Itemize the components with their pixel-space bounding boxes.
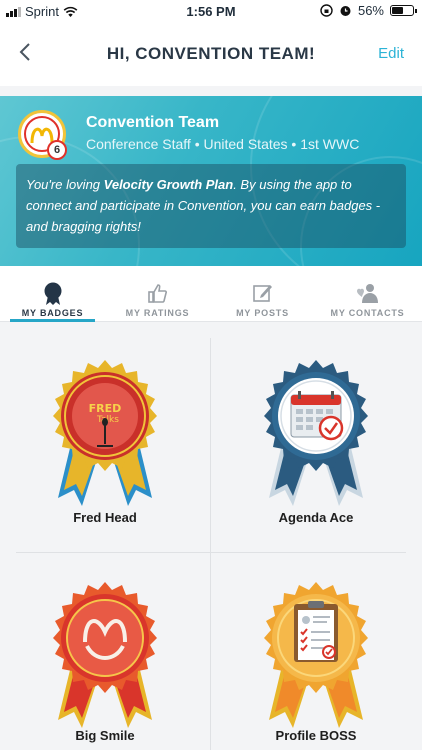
tab-my-posts[interactable]: MY POSTS (210, 266, 315, 322)
badge-text-fred: FRED (89, 402, 122, 415)
status-bar: Sprint 1:56 PM 56% (0, 0, 422, 24)
contact-heart-icon (356, 284, 378, 303)
fred-talks-microphone-icon: FRED Talks (53, 360, 157, 506)
badge-label: Big Smile (75, 728, 135, 743)
level-badge: 6 (47, 140, 67, 160)
tab-label: MY RATINGS (125, 308, 190, 318)
info-message: You're loving Velocity Growth Plan. By u… (16, 164, 406, 248)
chevron-left-icon (19, 43, 30, 61)
alarm-icon (340, 6, 351, 16)
tab-my-contacts[interactable]: MY CONTACTS (315, 266, 420, 322)
grid-divider-horizontal (16, 552, 406, 553)
tab-bar: MY BADGES MY RATINGS MY POSTS MY CONTACT… (0, 266, 422, 322)
back-button[interactable] (18, 40, 32, 68)
edit-icon (252, 285, 272, 302)
nav-bar: HI, CONVENTION TEAM! Edit (0, 24, 422, 86)
edit-button[interactable]: Edit (378, 45, 404, 62)
badges-grid: FRED Talks Fred Head Agenda Ace Big Smil… (0, 322, 422, 750)
profile-name: Convention Team (86, 114, 220, 131)
badge-profile-boss[interactable]: Profile BOSS (211, 580, 421, 750)
tab-my-badges[interactable]: MY BADGES (0, 266, 105, 322)
tab-label: MY BADGES (21, 308, 84, 318)
message-app-name: Velocity Growth Plan (103, 177, 234, 192)
calendar-check-icon (264, 360, 368, 506)
thumbs-up-icon (147, 284, 167, 303)
profile-banner: 6 Convention Team Conference Staff • Uni… (0, 96, 422, 266)
profile-clipboard-icon (264, 582, 368, 728)
badge-label: Agenda Ace (278, 510, 354, 525)
orientation-lock-icon (320, 4, 333, 17)
badge-big-smile[interactable]: Big Smile (0, 580, 210, 750)
badge-label: Profile BOSS (275, 728, 357, 743)
badge-label: Fred Head (73, 510, 137, 525)
page-title: HI, CONVENTION TEAM! (106, 44, 316, 63)
tab-label: MY POSTS (236, 308, 289, 318)
message-prefix: You're loving (26, 177, 104, 192)
badge-agenda-ace[interactable]: Agenda Ace (211, 358, 421, 548)
tab-my-ratings[interactable]: MY RATINGS (105, 266, 210, 322)
profile-meta: Conference Staff • United States • 1st W… (86, 136, 360, 152)
smiling-arches-icon (53, 582, 157, 728)
status-right: 56% (320, 3, 417, 18)
badge-fred-head[interactable]: FRED Talks Fred Head (0, 358, 210, 548)
battery-icon (390, 5, 417, 16)
tab-label: MY CONTACTS (330, 308, 405, 318)
badge-icon (44, 282, 61, 305)
battery-percent: 56% (357, 3, 384, 18)
